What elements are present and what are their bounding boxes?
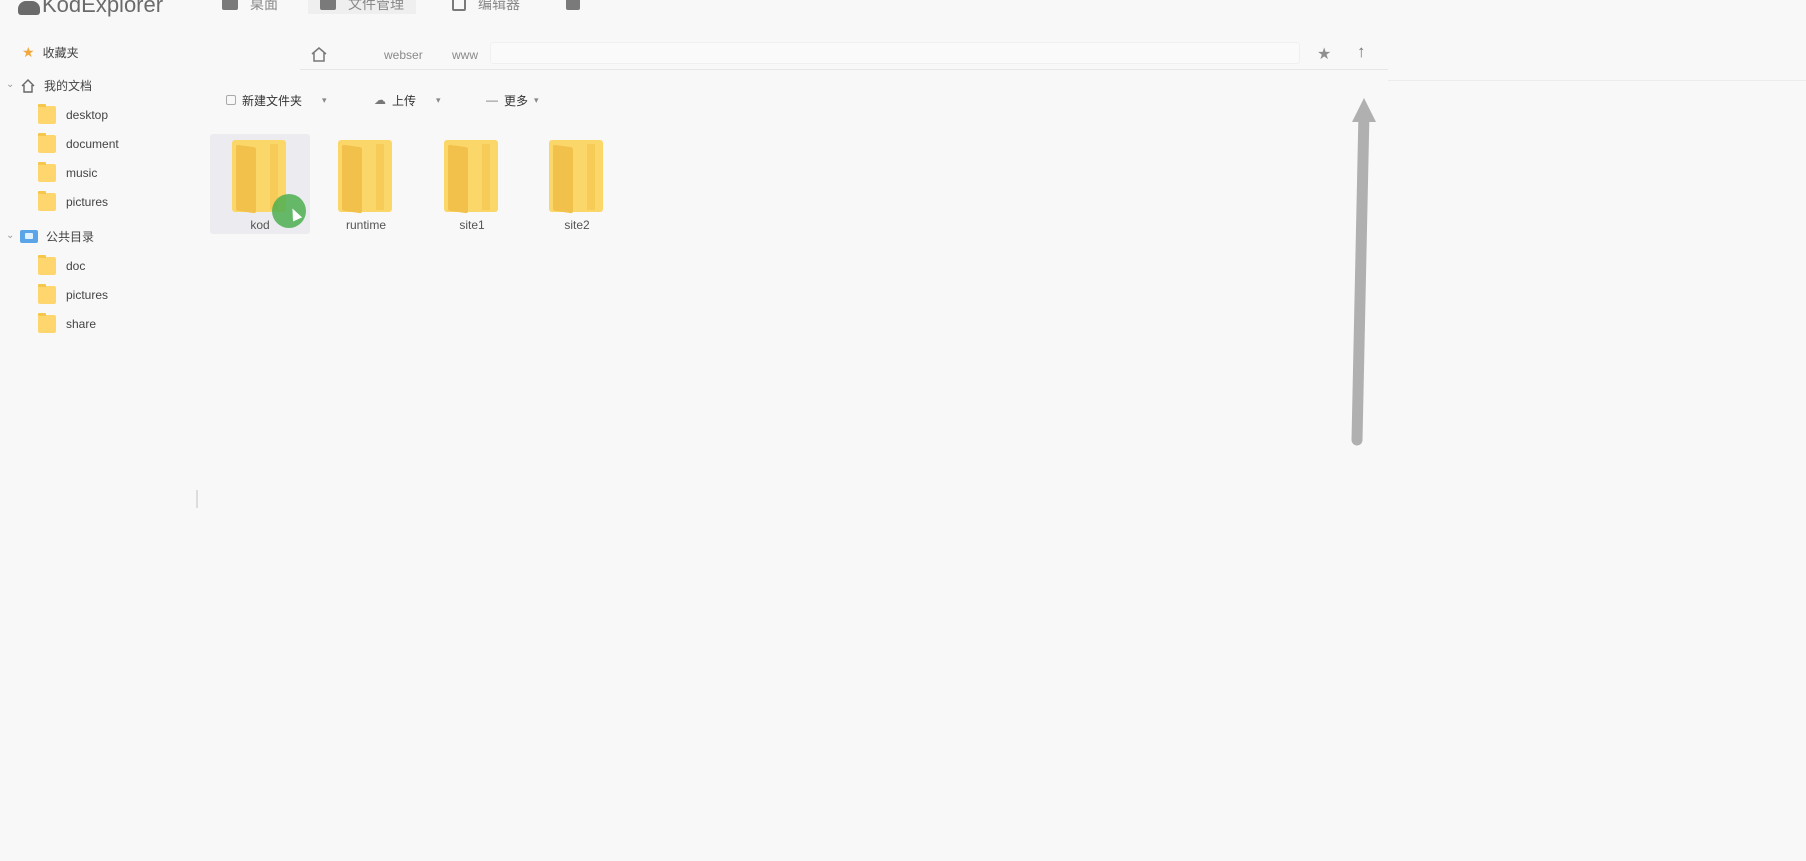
annotation-arrow-icon — [1351, 98, 1376, 446]
file-item-site1[interactable]: site1 — [422, 134, 522, 234]
cloud-upload-icon: ☁ — [374, 93, 386, 107]
sidebar-item-music[interactable]: music — [38, 162, 98, 182]
file-name: runtime — [345, 218, 386, 232]
star-icon[interactable]: ★ — [1317, 44, 1331, 64]
grid-icon — [566, 0, 580, 10]
sidebar-item-my-docs[interactable]: 我的文档 — [20, 77, 92, 94]
sidebar-item-share[interactable]: share — [38, 313, 97, 333]
folder-icon — [38, 133, 56, 153]
sidebar-item-doc[interactable]: doc — [38, 255, 86, 275]
app-logo: KodExplorer — [18, 0, 163, 18]
sidebar-item-public-label: 公共目录 — [46, 230, 95, 244]
chevron-down-icon[interactable]: ⌄ — [6, 79, 14, 90]
nav-file-manager[interactable]: 文件管理 — [308, 0, 416, 14]
folder-icon — [549, 140, 603, 214]
folder-icon — [38, 255, 56, 275]
file-item-runtime[interactable]: runtime — [316, 134, 416, 234]
sidebar-item-desktop[interactable]: desktop — [38, 104, 109, 124]
folder-icon — [38, 162, 56, 182]
caret-down-icon: ▾ — [534, 94, 539, 105]
public-folder-icon — [20, 230, 38, 243]
breadcrumb-www[interactable]: www — [452, 48, 478, 62]
star-icon: ★ — [22, 44, 35, 60]
sidebar-item-doc-label: doc — [66, 259, 86, 273]
sidebar-item-document[interactable]: document — [38, 133, 119, 153]
sidebar-item-music-label: music — [66, 166, 98, 180]
more-label: 更多 — [504, 93, 529, 108]
file-item-site2[interactable]: site2 — [527, 134, 627, 234]
path-input[interactable] — [490, 42, 1300, 64]
caret-down-icon[interactable]: ▾ — [322, 95, 327, 106]
app-title: KodExplorer — [42, 0, 164, 17]
cloud-icon — [18, 1, 40, 15]
more-button[interactable]: — 更多 ▾ — [486, 89, 539, 111]
edit-icon — [452, 0, 466, 11]
folder-manage-icon — [320, 0, 336, 10]
sidebar-item-public-pictures-label: pictures — [66, 288, 109, 302]
caret-down-icon[interactable]: ▾ — [436, 95, 441, 106]
file-name: site1 — [459, 218, 485, 232]
new-folder-button[interactable]: 新建文件夹 ▾ — [226, 89, 327, 111]
more-icon: — — [486, 93, 498, 107]
new-folder-label: 新建文件夹 — [242, 93, 303, 108]
arrow-up-icon[interactable]: ↑ — [1357, 42, 1366, 62]
nav-desktop-label: 桌面 — [250, 0, 278, 12]
folder-icon — [38, 284, 56, 304]
monitor-icon — [222, 0, 238, 10]
breadcrumb-webser[interactable]: webser — [384, 48, 423, 62]
sidebar-item-favorites-label: 收藏夹 — [42, 46, 79, 60]
sidebar-item-document-label: document — [66, 137, 119, 151]
nav-editor-label: 编辑器 — [478, 0, 520, 12]
sidebar-item-desktop-label: desktop — [66, 108, 109, 122]
divider-line — [1388, 80, 1806, 81]
sidebar-item-public[interactable]: 公共目录 — [20, 228, 94, 245]
sidebar-item-pictures[interactable]: pictures — [38, 191, 109, 211]
nav-editor[interactable]: 编辑器 — [452, 0, 520, 14]
upload-button[interactable]: ☁ 上传 ▾ — [374, 89, 441, 111]
home-icon[interactable] — [310, 46, 328, 62]
new-folder-icon — [226, 95, 236, 105]
folder-icon — [38, 191, 56, 211]
sidebar-item-pictures-label: pictures — [66, 195, 109, 209]
folder-icon — [444, 140, 498, 214]
address-bar: webser www ★ ↑ — [300, 40, 1388, 70]
sidebar-item-share-label: share — [66, 317, 97, 331]
nav-desktop[interactable]: 桌面 — [222, 0, 278, 14]
chevron-down-icon[interactable]: ⌄ — [6, 230, 14, 241]
folder-icon — [338, 140, 392, 214]
nav-apps[interactable] — [566, 0, 580, 14]
folder-icon — [38, 313, 56, 333]
sidebar-item-my-docs-label: 我的文档 — [44, 79, 93, 93]
upload-label: 上传 — [392, 93, 417, 108]
file-name: site2 — [564, 218, 590, 232]
top-nav-bar: KodExplorer 桌面 文件管理 编辑器 — [0, 0, 1806, 22]
nav-file-manager-label: 文件管理 — [348, 0, 404, 12]
home-icon — [21, 78, 35, 93]
sidebar-item-favorites[interactable]: ★ 收藏夹 — [22, 44, 79, 61]
sidebar-item-public-pictures[interactable]: pictures — [38, 284, 109, 304]
resize-handle[interactable] — [196, 490, 198, 508]
folder-icon — [38, 104, 56, 124]
